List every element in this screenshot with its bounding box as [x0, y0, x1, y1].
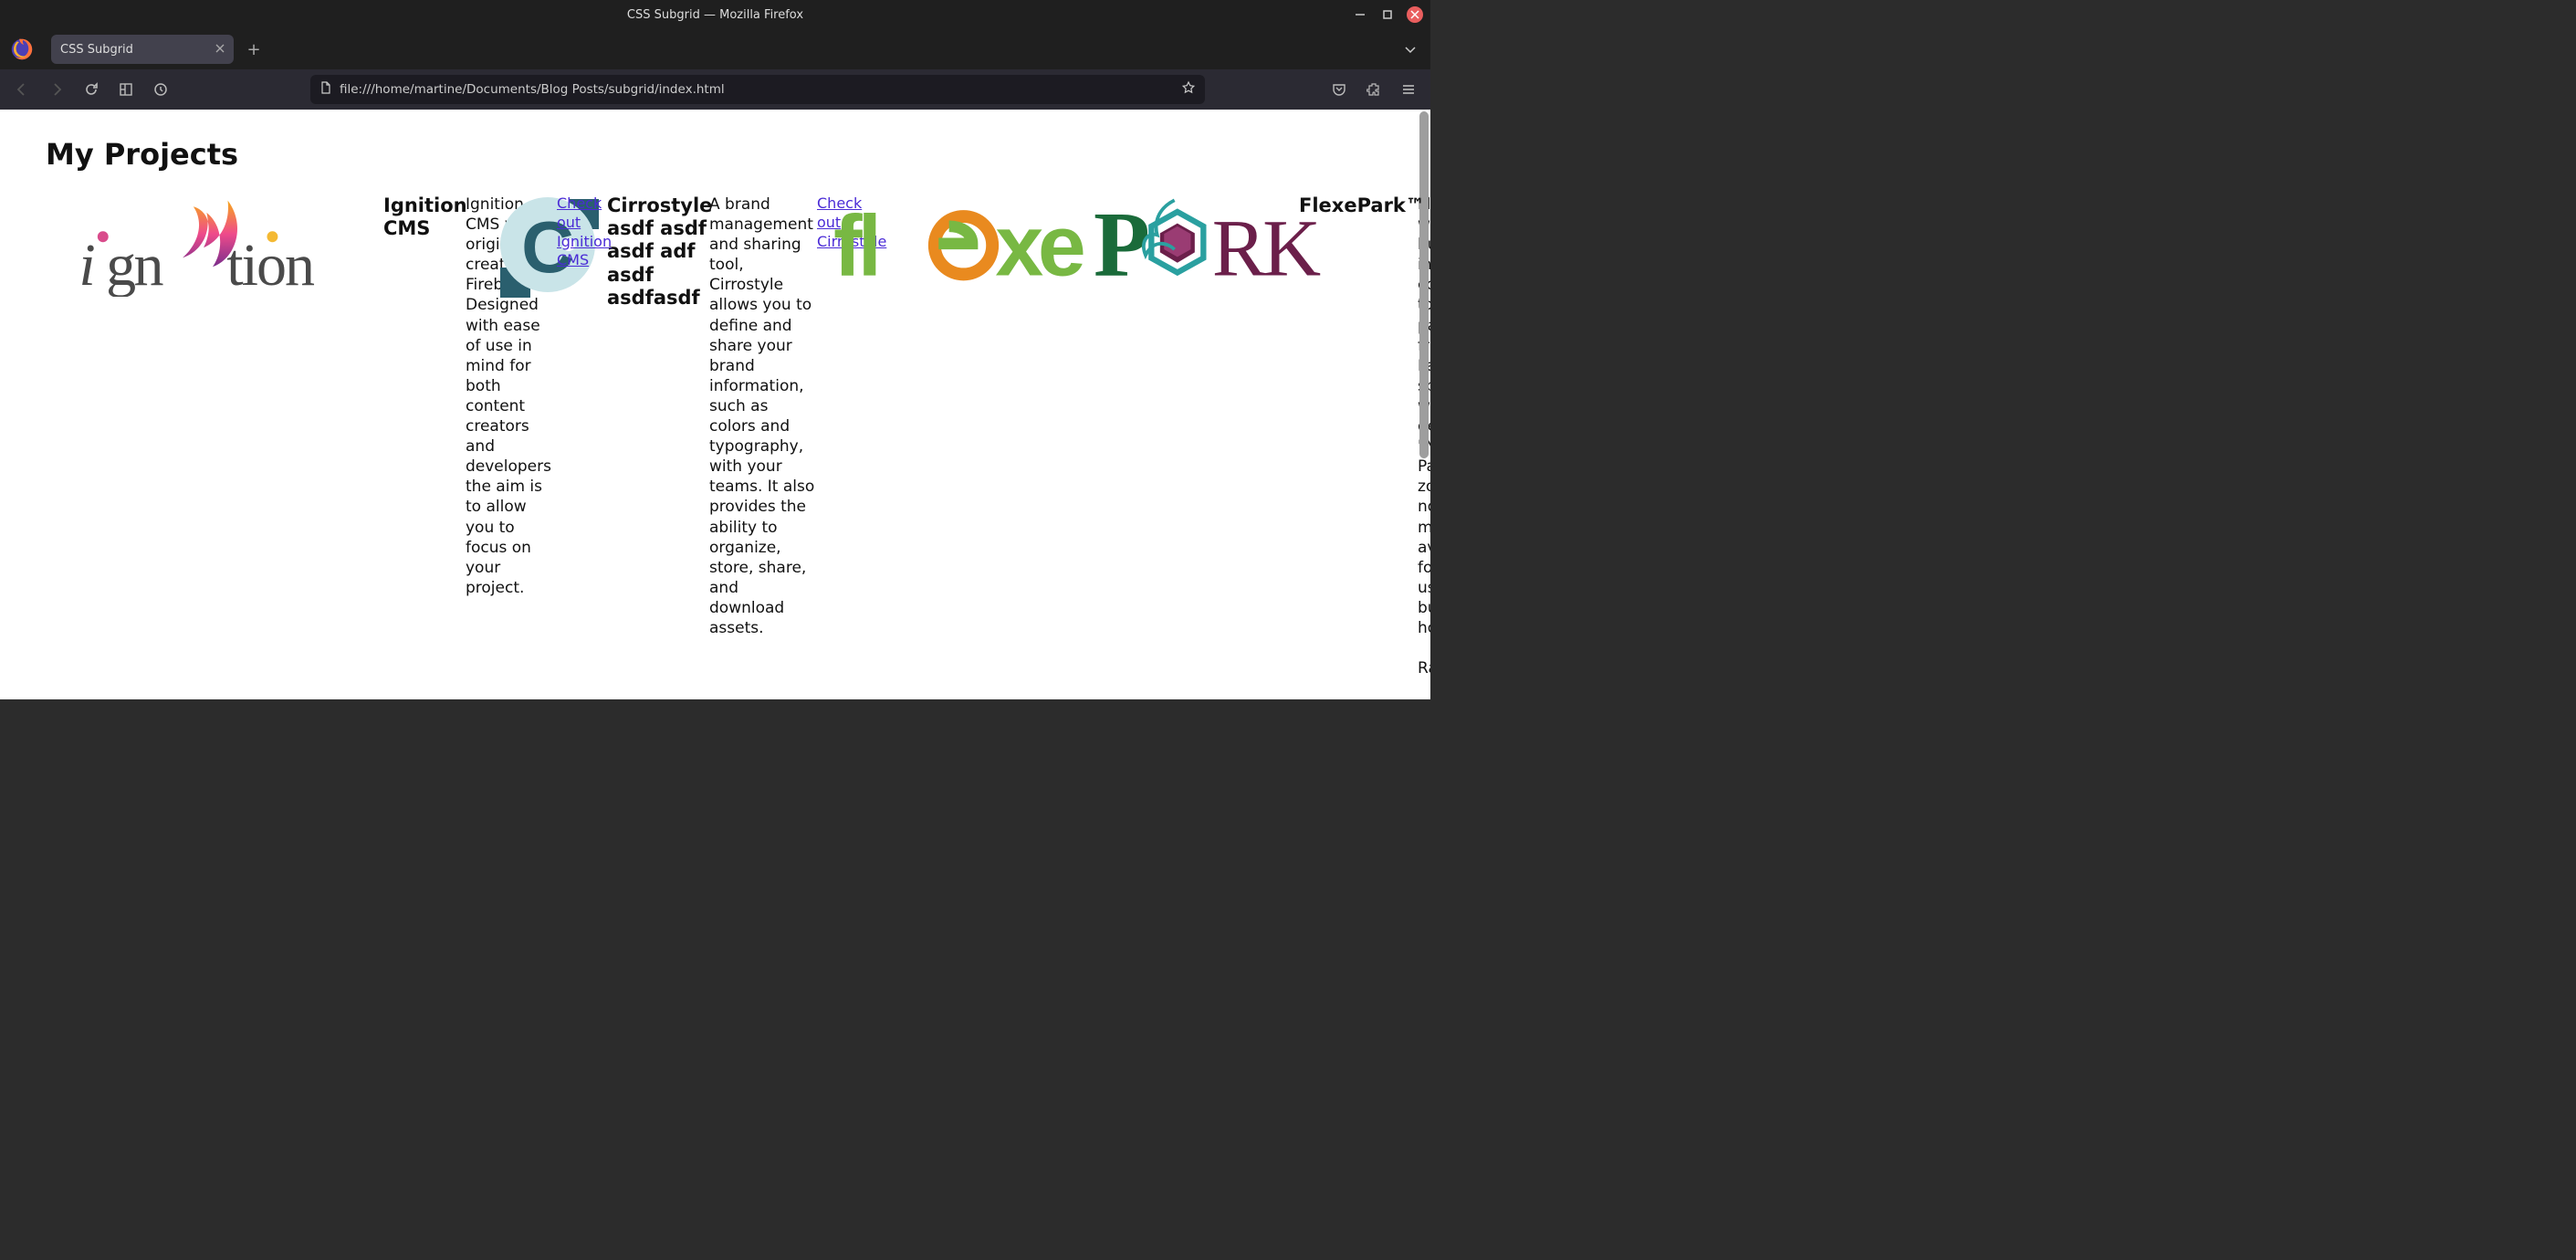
- pocket-button[interactable]: [1326, 77, 1352, 102]
- navigation-bar: file:///home/martine/Documents/Blog Post…: [0, 69, 1430, 110]
- url-bar[interactable]: file:///home/martine/Documents/Blog Post…: [310, 75, 1205, 104]
- svg-text:i: i: [79, 232, 94, 297]
- ignition-logo: i gn tion: [46, 194, 383, 300]
- window-close-button[interactable]: [1407, 6, 1423, 23]
- project-link[interactable]: Check out Ignition CMS: [557, 194, 602, 270]
- projects-row: i gn tion Ignition CMS Ignition CMS was …: [46, 194, 1430, 678]
- tab-label: CSS Subgrid: [60, 43, 133, 57]
- tabs-dropdown-button[interactable]: [1398, 37, 1423, 62]
- page-title: My Projects: [46, 137, 1430, 172]
- window-minimize-button[interactable]: [1352, 6, 1368, 23]
- project-description: A brand management and sharing tool, Cir…: [709, 194, 817, 638]
- forward-button[interactable]: [44, 77, 69, 102]
- browser-tab[interactable]: CSS Subgrid: [51, 35, 234, 64]
- window-maximize-button[interactable]: [1379, 6, 1396, 23]
- firefox-logo-icon: [7, 35, 37, 64]
- extensions-button[interactable]: [1361, 77, 1387, 102]
- reload-button[interactable]: [79, 77, 104, 102]
- svg-text:RK: RK: [1212, 205, 1321, 293]
- project-title: Ignition CMS: [383, 194, 466, 240]
- window-titlebar: CSS Subgrid — Mozilla Firefox: [0, 0, 1430, 29]
- project-title: FlexePark™: [1299, 194, 1418, 217]
- bookmark-star-icon[interactable]: [1181, 80, 1196, 99]
- back-button[interactable]: [9, 77, 35, 102]
- svg-text:P: P: [1094, 194, 1150, 293]
- project-title: Cirrostyle asdf asdf asdf adf asdf asdfa…: [607, 194, 709, 310]
- page-viewport[interactable]: My Projects i gn tion Ignition CMS Ignit…: [0, 110, 1430, 699]
- file-icon: [319, 81, 332, 98]
- app-menu-button[interactable]: [1396, 77, 1421, 102]
- tab-bar: CSS Subgrid +: [0, 29, 1430, 69]
- svg-text:gn: gn: [106, 232, 163, 297]
- svg-text:xe: xe: [995, 198, 1083, 293]
- new-tab-button[interactable]: +: [241, 37, 267, 62]
- svg-text:tion: tion: [226, 232, 315, 297]
- window-title: CSS Subgrid — Mozilla Firefox: [627, 8, 803, 22]
- flexepark-logo: fl xe P RK: [833, 194, 1354, 297]
- history-button[interactable]: [148, 77, 173, 102]
- scrollbar-thumb[interactable]: [1419, 111, 1429, 458]
- svg-text:fl: fl: [833, 198, 877, 293]
- url-text: file:///home/martine/Documents/Blog Post…: [340, 82, 725, 97]
- tab-close-button[interactable]: [215, 42, 225, 57]
- reader-view-button[interactable]: [113, 77, 139, 102]
